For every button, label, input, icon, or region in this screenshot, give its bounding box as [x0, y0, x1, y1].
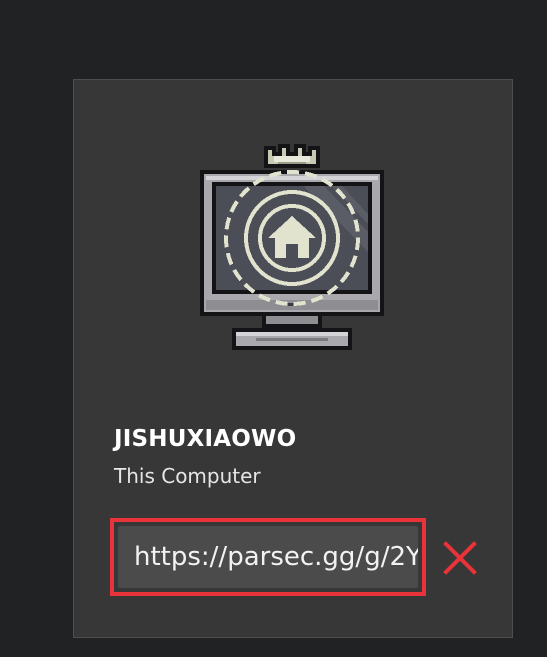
share-link-input[interactable] — [118, 526, 418, 588]
share-link-highlight — [110, 518, 426, 596]
host-name: JISHUXIAOWO — [114, 426, 297, 452]
pixel-monitor-home-icon — [192, 140, 392, 362]
close-icon — [443, 541, 477, 575]
close-button[interactable] — [441, 539, 479, 577]
host-subtitle: This Computer — [114, 464, 261, 488]
host-card: JISHUXIAOWO This Computer — [73, 79, 513, 638]
